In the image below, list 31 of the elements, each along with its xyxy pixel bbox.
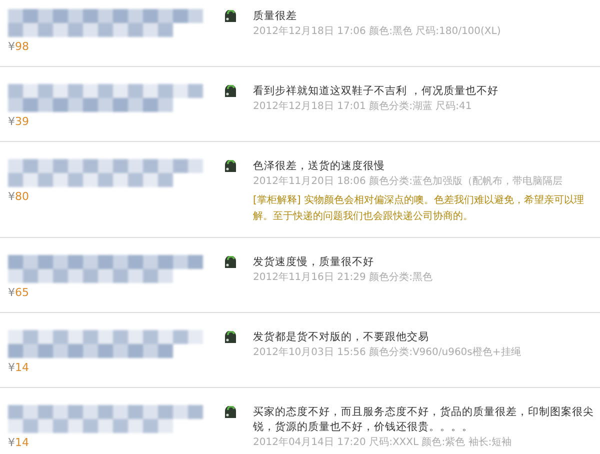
review-comment: 发货都是货不对版的，不要跟他交易 [253,330,430,345]
seller-reply: [掌柜解释] 实物颜色会相对偏深点的噢。色差我们难以避免，希望亲可以理解。至于快递的问题我们也会跟快递公司协商的。 [253,194,585,224]
price: 39 [15,115,29,128]
price: 14 [15,361,29,374]
currency-symbol: ¥ [8,436,15,449]
currency-symbol: ¥ [8,361,15,374]
rating-icon [223,406,238,419]
review-comment: 看到步祥就知道这双鞋子不吉利 ，何况质量也不好 [253,84,500,99]
review-meta: 2012年04月14日 17:20 尺码:XXXL 颜色:紫色 袖长:短袖 [253,436,513,450]
review-meta: 2012年11月16日 21:29 颜色分类:黑色 [253,270,434,285]
currency-symbol: ¥ [8,115,15,128]
currency-symbol: ¥ [8,286,15,299]
currency-symbol: ¥ [8,40,15,53]
review-meta: 2012年11月20日 18:06 颜色分类:蓝色加强版（配帆布，带电脑隔层 [253,174,564,189]
price: 65 [15,286,29,299]
review-comment: 色泽很差，送货的速度很慢 [253,159,386,174]
rating-icon [223,160,238,173]
price: 98 [15,40,29,53]
review-comment: 质量很差 [253,9,298,24]
rating-icon [223,331,238,344]
review-meta: 2012年10月03日 15:56 颜色分类:V960/u960s橙色+挂绳 [253,346,522,360]
currency-symbol: ¥ [8,190,15,203]
review-comment: 买家的态度不好，而且服务态度不好，货品的质量很差，印制图案很尖锐，货源的质量也不好，价钱还很贵。。。。 [253,405,595,435]
rating-icon [223,85,238,98]
price: 14 [15,436,29,449]
review-meta: 2012年12月18日 17:01 颜色分类:湖蓝 尺码:41 [253,100,473,114]
review-meta: 2012年12月18日 17:06 颜色:黑色 尺码:180/100(XL) [253,24,502,39]
review-comment: 发货速度慢，质量很不好 [253,255,375,270]
rating-icon [223,10,238,23]
price: 80 [15,190,29,203]
rating-icon [223,256,238,269]
